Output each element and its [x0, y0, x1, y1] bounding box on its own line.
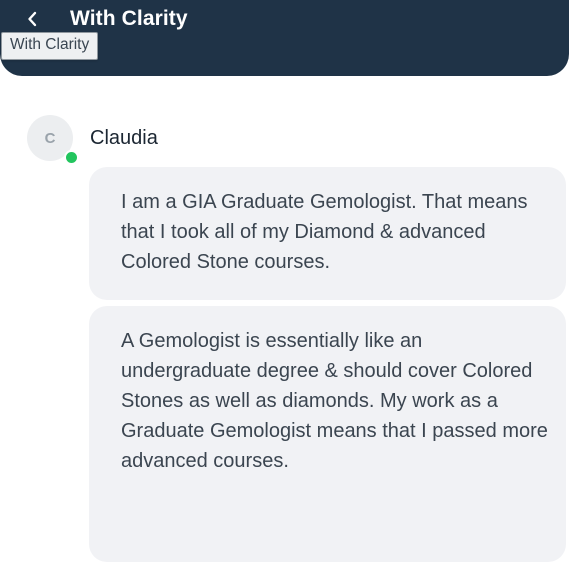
message-text: I am a GIA Graduate Gemologist. That mea… [121, 191, 528, 273]
sender-name: Claudia [90, 127, 158, 149]
back-button[interactable] [20, 6, 44, 32]
message-text: A Gemologist is essentially like an unde… [121, 330, 548, 472]
message-bubble: A Gemologist is essentially like an unde… [89, 306, 566, 562]
avatar-initial: C [44, 129, 56, 147]
message-bubble: I am a GIA Graduate Gemologist. That mea… [89, 167, 566, 300]
online-status-dot [64, 150, 79, 165]
header-title: With Clarity [70, 7, 188, 30]
chevron-left-icon [27, 11, 37, 27]
title-tooltip: With Clarity [1, 32, 99, 60]
